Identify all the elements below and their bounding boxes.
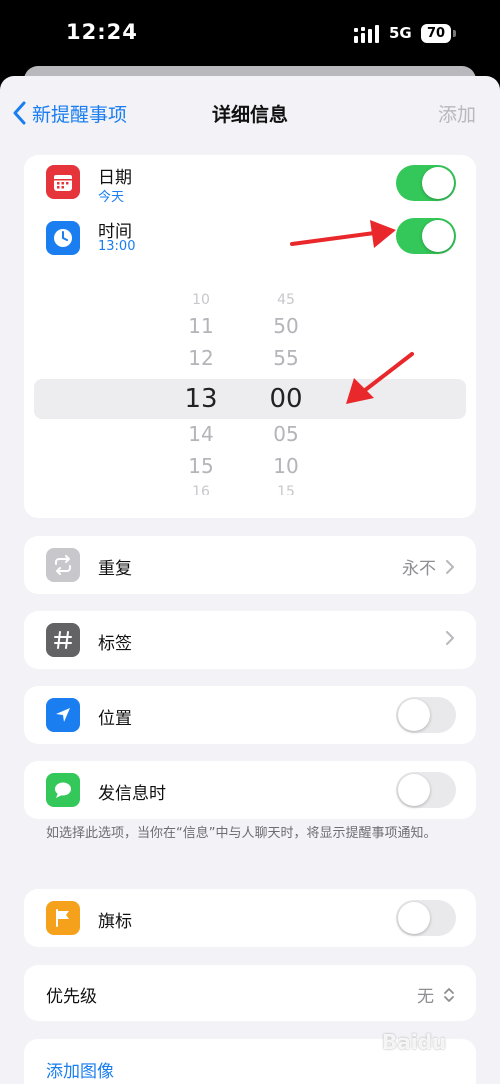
date-value: 今天	[98, 190, 125, 205]
hour-selected[interactable]: 13	[171, 384, 231, 414]
location-toggle[interactable]	[396, 697, 456, 733]
hour-option[interactable]: 15	[171, 455, 231, 477]
flag-label: 旗标	[98, 912, 132, 932]
status-time: 12:24	[66, 20, 138, 44]
date-time-card: 日期 今天 时间 13:00 10 11 12 13 14 15 16 45 5…	[24, 155, 476, 518]
page-title: 详细信息	[211, 104, 288, 126]
add-button[interactable]: 添加	[438, 100, 476, 127]
priority-card[interactable]: 优先级 无	[24, 965, 476, 1021]
time-row[interactable]: 时间 13:00	[24, 213, 476, 269]
minute-option[interactable]: 10	[256, 455, 316, 477]
messaging-footnote: 如选择此选项，当你在“信息”中与人聊天时，将显示提醒事项通知。	[46, 826, 437, 841]
tag-chevron-wrap	[436, 631, 454, 645]
hashtag-icon	[46, 623, 80, 657]
repeat-value-wrap: 永不	[402, 554, 454, 579]
toggle-knob	[398, 902, 430, 934]
priority-value: 无	[417, 987, 434, 1007]
battery-icon: 70	[421, 24, 451, 43]
minute-option[interactable]: 05	[256, 423, 316, 445]
date-label: 日期	[98, 168, 132, 188]
date-toggle[interactable]	[396, 165, 456, 201]
toggle-knob	[422, 220, 454, 252]
repeat-value: 永不	[402, 559, 436, 579]
red-annotation-arrow-icon	[290, 220, 396, 248]
minute-option[interactable]: 15	[256, 485, 316, 495]
network-type: 5G	[389, 24, 412, 42]
chevron-right-icon	[446, 631, 454, 645]
messaging-label: 发信息时	[98, 784, 166, 804]
repeat-icon	[46, 548, 80, 582]
minute-option[interactable]: 45	[256, 293, 316, 304]
chevron-right-icon	[446, 559, 454, 574]
battery-tip	[453, 30, 456, 37]
time-toggle[interactable]	[396, 218, 456, 254]
toggle-knob	[398, 699, 430, 731]
status-bar: 12:24 5G 70	[0, 0, 500, 70]
repeat-label: 重复	[98, 559, 132, 579]
location-label: 位置	[98, 709, 132, 729]
messaging-toggle[interactable]	[396, 772, 456, 808]
clock-icon	[46, 221, 80, 255]
location-arrow-icon	[46, 698, 80, 732]
add-image-link[interactable]: 添加图像	[46, 1057, 114, 1082]
messaging-card: 发信息时	[24, 761, 476, 819]
tag-label: 标签	[98, 634, 132, 654]
hour-option[interactable]: 10	[171, 293, 231, 304]
flag-toggle[interactable]	[396, 900, 456, 936]
nav-bar: 新提醒事项 详细信息 添加	[0, 76, 500, 146]
hour-option[interactable]: 11	[171, 315, 231, 337]
tag-card[interactable]: 标签	[24, 611, 476, 669]
red-annotation-arrow-icon	[346, 352, 414, 404]
flag-icon	[46, 901, 80, 935]
toggle-knob	[398, 774, 430, 806]
hour-option[interactable]: 12	[171, 347, 231, 369]
chevron-up-down-icon	[444, 987, 454, 1002]
time-value: 13:00	[98, 239, 136, 254]
calendar-icon	[46, 165, 80, 199]
hour-option[interactable]: 16	[171, 485, 231, 495]
details-sheet: 新提醒事项 详细信息 添加 日期 今天 时间 13:00 10 11 12 13…	[0, 76, 500, 1084]
toggle-knob	[422, 167, 454, 199]
date-row[interactable]: 日期 今天	[24, 155, 476, 211]
minute-selected[interactable]: 00	[256, 384, 316, 414]
minute-option[interactable]: 50	[256, 315, 316, 337]
flag-card: 旗标	[24, 889, 476, 947]
priority-value-wrap: 无	[417, 982, 454, 1007]
priority-label: 优先级	[46, 987, 97, 1007]
watermark-logo: Baidu	[382, 1030, 447, 1054]
hour-option[interactable]: 14	[171, 423, 231, 445]
cellular-signal-icon	[354, 25, 379, 43]
location-card: 位置	[24, 686, 476, 744]
message-bubble-icon	[46, 773, 80, 807]
repeat-card[interactable]: 重复 永不	[24, 536, 476, 594]
minute-option[interactable]: 55	[256, 347, 316, 369]
